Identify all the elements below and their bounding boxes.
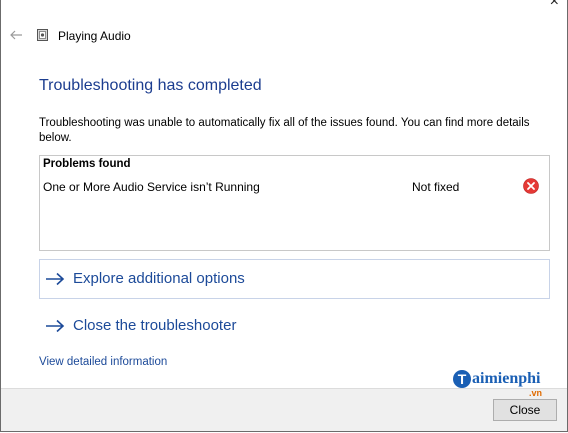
watermark-logo: T aimienphi .vn bbox=[453, 370, 542, 398]
problems-header: Problems found bbox=[43, 158, 131, 170]
problems-panel: Problems found One or More Audio Service… bbox=[39, 155, 550, 251]
watermark-text: aimienphi bbox=[472, 370, 541, 387]
view-detailed-information-link[interactable]: View detailed information bbox=[39, 356, 167, 368]
error-icon bbox=[523, 178, 539, 194]
troubleshooter-app-icon bbox=[37, 29, 48, 41]
footer-bar bbox=[1, 388, 567, 431]
back-arrow-icon[interactable] bbox=[9, 28, 23, 42]
watermark-t: T bbox=[453, 370, 471, 388]
page-title: Troubleshooting has completed bbox=[39, 77, 262, 94]
explore-additional-options-link[interactable]: Explore additional options bbox=[45, 270, 245, 287]
problem-name[interactable]: One or More Audio Service isn’t Running bbox=[43, 180, 260, 194]
window-close-icon[interactable]: × bbox=[550, 0, 559, 10]
watermark-suffix: .vn bbox=[529, 388, 543, 398]
arrow-right-icon bbox=[46, 319, 65, 332]
arrow-right-icon bbox=[46, 272, 65, 285]
troubleshooter-window: × Playing Audio Troubleshooting has comp… bbox=[0, 0, 568, 432]
close-troubleshooter-link[interactable]: Close the troubleshooter bbox=[45, 317, 236, 334]
window-title: Playing Audio bbox=[58, 29, 131, 43]
explore-option-label: Explore additional options bbox=[73, 270, 245, 287]
description-text: Troubleshooting was unable to automatica… bbox=[39, 117, 530, 144]
close-button[interactable]: Close bbox=[493, 399, 557, 421]
title-bar: Playing Audio bbox=[1, 22, 567, 52]
close-option-label: Close the troubleshooter bbox=[73, 317, 237, 334]
problem-status: Not fixed bbox=[412, 180, 460, 194]
